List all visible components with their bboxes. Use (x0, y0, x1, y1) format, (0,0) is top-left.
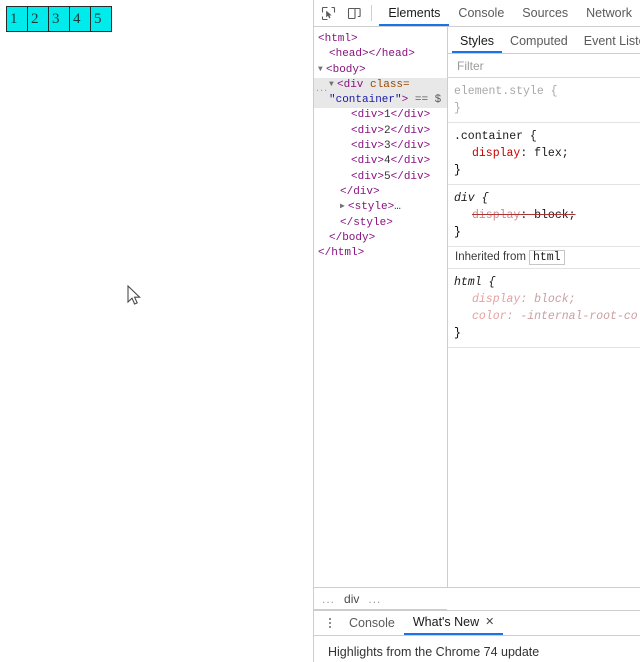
styles-tab-styles[interactable]: Styles (452, 27, 503, 53)
toolbar-divider (371, 5, 373, 21)
css-rule-close: } (454, 327, 461, 340)
screen: 12345 Elements Console Sources Network <… (0, 0, 640, 662)
dom-node-row[interactable]: "container"> == $ (314, 93, 447, 109)
dom-tree: <html> <head></head> ▼ <body> ▼ <div class=..… (314, 27, 447, 261)
css-value: : flex; (520, 147, 569, 160)
tab-console[interactable]: Console (449, 0, 513, 26)
dom-node-row[interactable]: <html> (314, 32, 447, 47)
styles-tab-event-listen[interactable]: Event Listen (576, 27, 640, 53)
css-value: : -internal-root-color (506, 310, 640, 323)
flex-item-2: 2 (27, 6, 49, 32)
flex-item-5: 5 (90, 6, 112, 32)
dom-node-row[interactable]: ▼ <body> (314, 63, 447, 78)
device-toolbar-icon[interactable] (343, 1, 366, 25)
flex-item-3: 3 (48, 6, 70, 32)
styles-filter-input[interactable]: Filter (448, 54, 640, 78)
dom-node-row[interactable]: </style> (314, 216, 447, 231)
whats-new-content: Highlights from the Chrome 74 update (314, 636, 640, 659)
css-selector: div { (454, 192, 489, 205)
css-rule-close: } (454, 164, 461, 177)
drawer-tab-label: Console (349, 616, 395, 630)
drawer-tab-what-s-new[interactable]: What's New ✕ (403, 609, 504, 635)
css-value: : block; (520, 209, 576, 222)
css-property: display (472, 209, 521, 222)
breadcrumb-overflow-left[interactable]: ... (322, 592, 335, 606)
inherited-label: Inherited from (455, 251, 526, 263)
drawer-tab-label: What's New (412, 615, 480, 629)
css-property: display (472, 147, 521, 160)
devtools-drawer: Console What's New ✕ Highlights from the C… (314, 610, 640, 662)
whats-new-headline: Highlights from the Chrome 74 update (328, 645, 540, 659)
devtools-tab-strip: Elements Console Sources Network (379, 0, 640, 26)
tab-network[interactable]: Network (577, 0, 640, 26)
inherited-source-link[interactable]: html (528, 250, 565, 265)
styles-tab-strip: StylesComputedEvent Listen (448, 27, 640, 54)
css-property: color (472, 310, 507, 323)
filter-placeholder: Filter (457, 58, 484, 73)
mouse-pointer-icon (127, 284, 143, 309)
inherited-from-bar: Inherited from html (448, 247, 640, 269)
breadcrumb-item-div[interactable]: div (344, 592, 359, 606)
css-declaration[interactable]: display: block; (454, 207, 640, 224)
css-rule[interactable]: .container { display: flex;} (448, 123, 640, 185)
css-rule[interactable]: element.style {} (448, 78, 640, 123)
breadcrumb-filler (447, 587, 640, 610)
css-value: : block; (520, 293, 576, 306)
tab-sources[interactable]: Sources (513, 0, 577, 26)
flex-container: 12345 (6, 6, 112, 32)
inspect-element-icon[interactable] (317, 1, 340, 25)
css-declaration[interactable]: display: flex; (454, 145, 640, 162)
style-rules-list: element.style {} .container {display: fle… (448, 78, 640, 348)
dom-node-row[interactable]: <head></head> (314, 47, 447, 62)
drawer-tabs: Console What's New ✕ (340, 609, 504, 635)
css-declaration[interactable]: color: -internal-root-color (454, 308, 640, 325)
dom-tree-panel[interactable]: <html> <head></head> ▼ <body> ▼ <div class=..… (314, 27, 447, 587)
css-selector: .container { (454, 130, 537, 143)
flex-item-1: 1 (6, 6, 28, 32)
devtools-split: <html> <head></head> ▼ <body> ▼ <div class=..… (314, 27, 640, 587)
dom-node-row[interactable]: </div> (314, 185, 447, 200)
drawer-tab-strip: Console What's New ✕ (314, 611, 640, 636)
devtools-window: Elements Console Sources Network <html> <hea… (313, 0, 640, 662)
dom-node-row[interactable]: <div>2</div> (314, 124, 447, 139)
devtools-toolbar: Elements Console Sources Network (314, 0, 640, 27)
styles-panel: StylesComputedEvent Listen Filter elemen… (448, 27, 640, 587)
breadcrumb[interactable]: ... div ... (314, 587, 447, 610)
css-declaration[interactable]: display: block; (454, 291, 640, 308)
css-rule[interactable]: div { display: block;} (448, 185, 640, 247)
breadcrumb-overflow-right[interactable]: ... (368, 592, 381, 606)
dom-node-row[interactable]: </html> (314, 246, 447, 261)
css-rule-close: } (454, 226, 461, 239)
styles-tab-computed[interactable]: Computed (502, 27, 576, 53)
dom-node-row[interactable]: </body> (314, 231, 447, 246)
kebab-menu-icon[interactable] (320, 618, 340, 628)
page-viewport: 12345 (0, 0, 313, 662)
close-icon[interactable]: ✕ (485, 609, 494, 635)
css-selector: element.style { (454, 85, 558, 98)
css-rule-close: } (454, 102, 461, 115)
dom-node-row[interactable]: <div>5</div> (314, 170, 447, 185)
dom-node-row[interactable]: <div>3</div> (314, 139, 447, 154)
drawer-tab-console[interactable]: Console (340, 611, 404, 635)
dom-node-row[interactable]: ▶ <style>… (314, 200, 447, 215)
css-selector: html { (454, 276, 496, 289)
tab-elements[interactable]: Elements (379, 0, 450, 26)
flex-item-4: 4 (69, 6, 91, 32)
css-rule-inherited[interactable]: html {display: block; color: -internal-ro… (448, 269, 640, 348)
dom-node-row[interactable]: <div>4</div> (314, 154, 447, 169)
css-property: display (472, 293, 521, 306)
dom-node-row[interactable]: ▼ <div class=... (314, 77, 447, 94)
dom-node-row[interactable]: <div>1</div> (314, 108, 447, 123)
